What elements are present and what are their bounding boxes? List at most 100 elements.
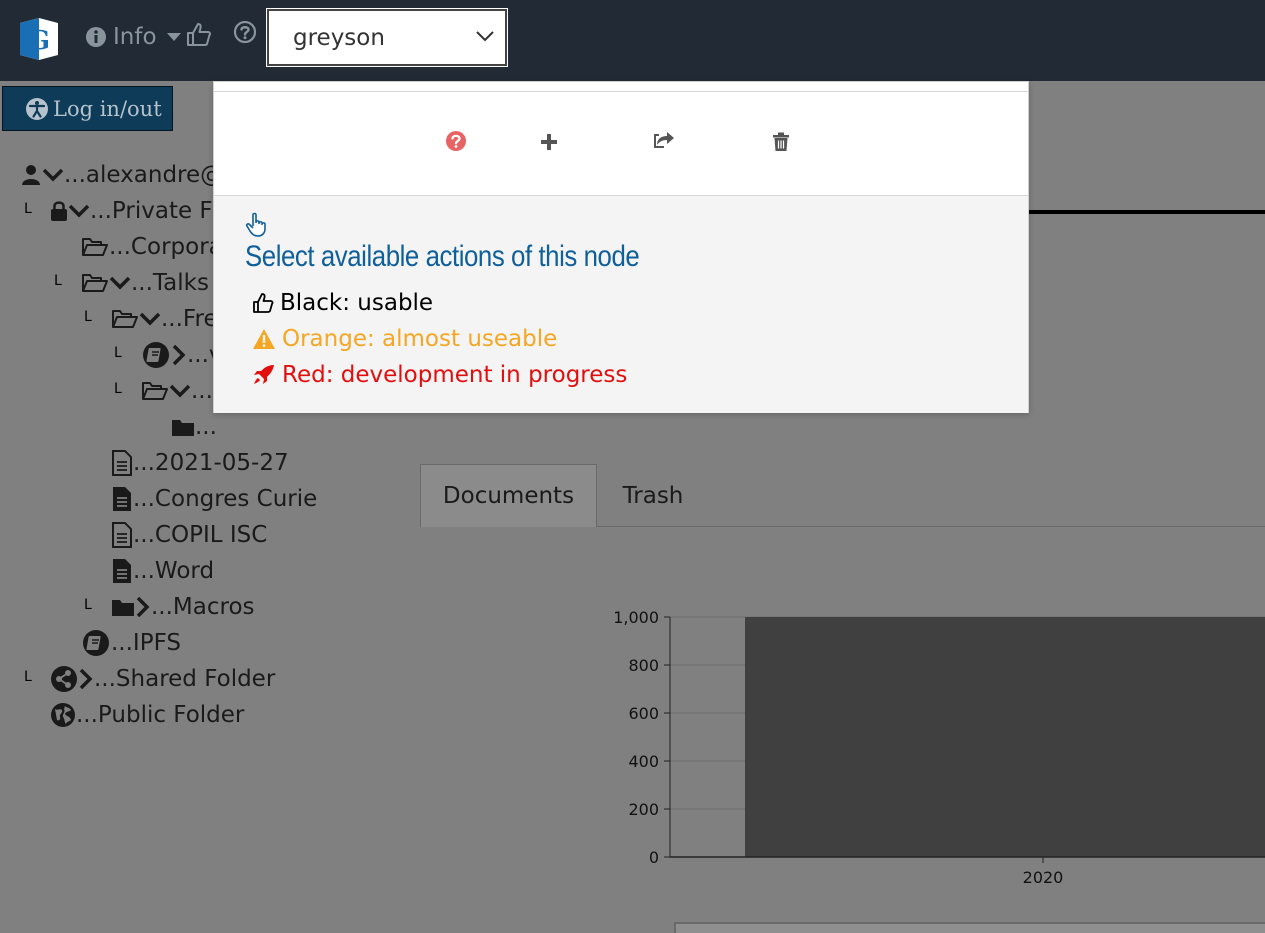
user-icon	[22, 165, 40, 185]
folder-open-icon	[82, 274, 108, 292]
info-menu-label: Info	[113, 24, 157, 50]
branch-marker: L	[114, 345, 122, 361]
share-square-icon[interactable]	[652, 129, 676, 151]
x-tick-label: 2020	[1023, 868, 1064, 887]
tree-node-corporate[interactable]: ...Corpora	[81, 230, 223, 264]
branch-marker: L	[84, 597, 92, 613]
tree-node-label: ...Corpora	[109, 234, 223, 260]
branch-marker: L	[54, 273, 62, 289]
file-text-outline-icon	[112, 450, 132, 476]
tree-node-label: ...Macros	[151, 594, 255, 620]
tree-node-ipfs[interactable]: ...IPFS	[81, 626, 181, 660]
folder-open-icon	[142, 382, 168, 400]
chevron-down-icon[interactable]	[169, 383, 191, 399]
tree-node-file-word[interactable]: ...Word	[111, 554, 214, 588]
folder-icon	[172, 420, 194, 436]
tree-node-v[interactable]: ...v	[141, 338, 223, 372]
divider	[1028, 210, 1265, 214]
info-menu[interactable]: Info	[85, 24, 181, 50]
chevron-down-icon[interactable]	[42, 167, 64, 183]
tab-documents[interactable]: Documents	[420, 464, 597, 527]
login-logout-button[interactable]: Log in/out	[2, 86, 173, 131]
tree-node-label: ...Shared Folder	[94, 666, 276, 692]
folder-open-icon	[112, 310, 138, 328]
tree-node-file-2021-05-27[interactable]: ...2021-05-27	[111, 446, 289, 480]
share-icon	[51, 666, 77, 692]
legend-usable-text: Black: usable	[280, 290, 434, 316]
tree-node-label: ...2021-05-27	[133, 450, 289, 476]
pointer-hand-icon	[245, 212, 266, 237]
tree-node-talks[interactable]: ...Talks	[81, 266, 209, 300]
globe-icon	[51, 703, 75, 727]
chevron-down-icon[interactable]	[68, 203, 90, 219]
tree-node-shared-folder[interactable]: ...Shared Folder	[50, 662, 275, 696]
legend-in-progress: Red: development in progress	[252, 362, 627, 388]
tab-documents-label: Documents	[442, 483, 575, 509]
tree-node-label: ...IPFS	[111, 630, 182, 656]
y-tick-label: 0	[649, 848, 659, 867]
bottom-panel	[674, 922, 1265, 933]
branch-marker: L	[114, 381, 122, 397]
tree-node-label: ...COPIL ISC	[133, 522, 268, 548]
thumbs-up-icon[interactable]	[185, 20, 213, 48]
tree-node-fre[interactable]: ...Fre	[111, 302, 218, 336]
chevron-down-icon	[476, 31, 494, 42]
tree-node-folder[interactable]: ...	[141, 374, 213, 408]
file-text-outline-icon	[112, 522, 132, 548]
chevron-right-icon[interactable]	[78, 668, 94, 690]
question-circle-icon[interactable]	[232, 20, 260, 48]
tree-node-user[interactable]: ...alexandre@	[20, 158, 223, 192]
accessibility-icon	[26, 97, 48, 120]
help-panel: Select available actions of this node Bl…	[214, 195, 1028, 413]
tab-trash-label: Trash	[622, 482, 684, 509]
tree-node-label: ...Public Folder	[76, 702, 245, 728]
file-text-icon	[113, 559, 131, 583]
tree-node-subfolder[interactable]: ...	[171, 410, 217, 444]
tree-node-file-congres-curie[interactable]: ...Congres Curie	[111, 482, 317, 516]
tree-node-label: ...Private Fo	[90, 198, 226, 224]
bar	[745, 617, 1265, 857]
branch-marker: L	[24, 201, 32, 217]
info-circle-icon	[86, 27, 106, 47]
chevron-down-icon[interactable]	[109, 275, 131, 291]
book-icon	[143, 342, 169, 368]
chevron-down-icon[interactable]	[139, 311, 161, 327]
tree-node-macros[interactable]: ...Macros	[111, 590, 255, 624]
help-title: Select available actions of this node	[245, 240, 640, 273]
chevron-right-icon[interactable]	[135, 596, 151, 618]
folder-open-icon	[82, 238, 108, 256]
branch-marker: L	[24, 669, 32, 685]
tree-node-label: ...Word	[133, 558, 215, 584]
legend-in-progress-text: Red: development in progress	[282, 362, 628, 388]
trash-icon[interactable]	[772, 132, 790, 152]
legend-almost-useable: Orange: almost useable	[252, 326, 557, 352]
app-logo[interactable]: G	[16, 17, 62, 61]
tree-node-label: ...alexandre@	[64, 162, 224, 188]
file-text-icon	[113, 487, 131, 511]
tree-node-public-folder[interactable]: ...Public Folder	[50, 698, 244, 732]
tab-trash[interactable]: Trash	[598, 464, 708, 527]
top-navbar: G Info greyson	[0, 0, 1265, 81]
user-select[interactable]: greyson	[266, 8, 508, 67]
tree-node-label: ...Talks	[131, 270, 209, 296]
documents-bar-chart: 0 200 400 600 800 1,000 2020	[613, 608, 1265, 887]
legend-almost-useable-text: Orange: almost useable	[282, 326, 558, 352]
y-tick-label: 200	[628, 800, 659, 819]
tree-node-label: ...	[195, 414, 217, 440]
user-select-value: greyson	[293, 24, 385, 51]
chevron-right-icon[interactable]	[171, 344, 187, 366]
y-tick-label: 400	[628, 752, 659, 771]
tree-node-label: ...	[191, 378, 213, 404]
thumbs-up-icon	[253, 293, 274, 313]
svg-text:G: G	[28, 26, 50, 56]
rocket-icon	[254, 365, 274, 384]
caret-down-icon	[166, 33, 181, 41]
question-circle-icon[interactable]	[445, 130, 467, 152]
tree-node-file-copil-isc[interactable]: ...COPIL ISC	[111, 518, 267, 552]
plus-icon[interactable]	[539, 132, 559, 152]
divider	[214, 91, 1028, 92]
tree-node-label: ...Fre	[161, 306, 218, 332]
y-tick-label: 600	[628, 704, 659, 723]
tree-node-private-folder[interactable]: ...Private Fo	[50, 194, 226, 228]
node-actions-popover: Select available actions of this node Bl…	[213, 81, 1029, 413]
